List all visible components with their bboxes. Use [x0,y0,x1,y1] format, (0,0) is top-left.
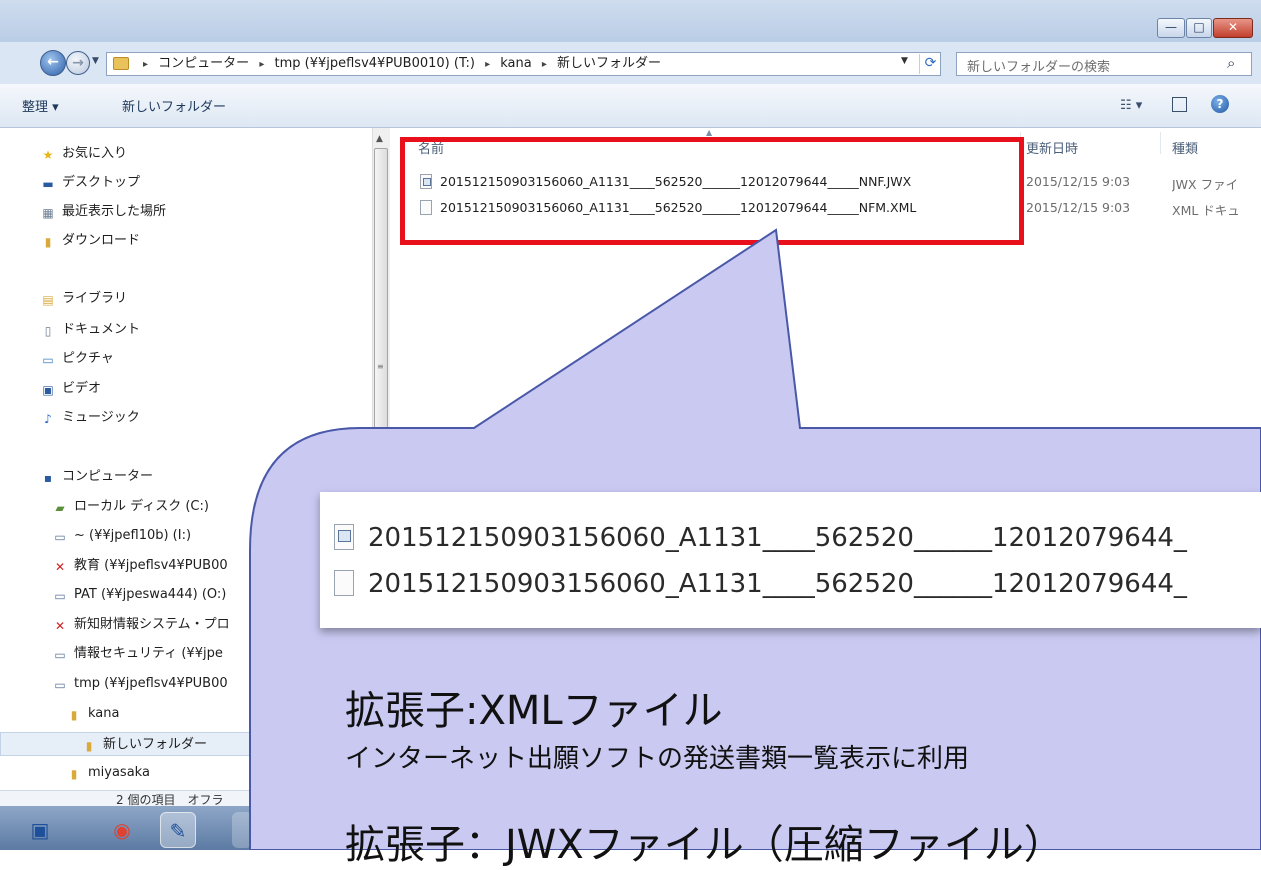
zoomed-file-name: 201512150903156060_A1131____562520______… [368,569,1187,599]
zoomed-file-list: 201512150903156060_A1131____562520______… [320,492,1261,628]
callout-heading-jwx: 拡張子：JWXファイル（圧縮ファイル） [345,822,1064,868]
xml-file-icon [334,570,354,596]
callout-heading-xml: 拡張子:XMLファイル [345,688,723,734]
callout-text-xml: インターネット出願ソフトの発送書類一覧表示に利用 [345,744,970,774]
zoomed-file-row-jwx: 201512150903156060_A1131____562520______… [334,516,1187,560]
jwx-file-icon [334,524,354,550]
zoomed-file-row-xml: 201512150903156060_A1131____562520______… [334,562,1187,606]
zoomed-file-name: 201512150903156060_A1131____562520______… [368,523,1187,553]
